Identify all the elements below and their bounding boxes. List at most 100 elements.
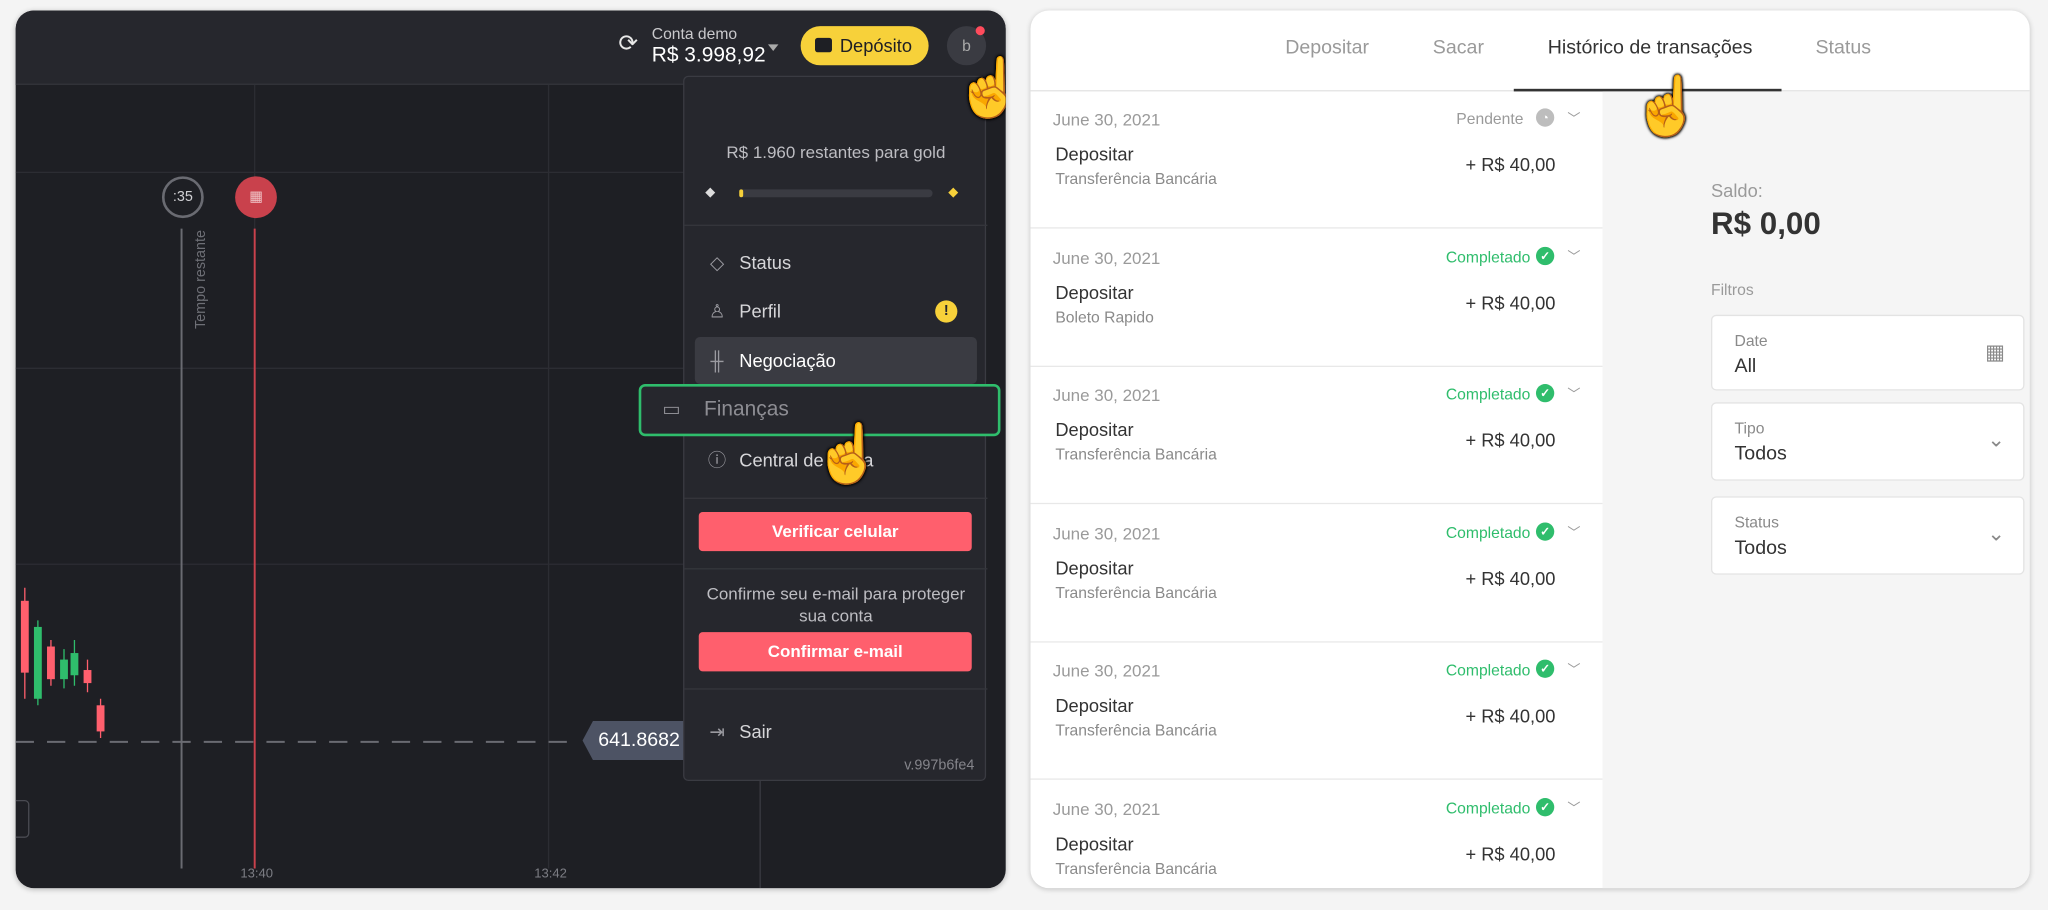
menu-item-label: Sair — [739, 720, 772, 742]
finance-panel: Depositar Sacar Histórico de transações … — [1030, 10, 2030, 889]
gold-diamond-icon: ◆ — [948, 185, 959, 200]
transaction-type: Depositar — [1055, 557, 1134, 578]
menu-item-trading[interactable]: ╫ Negociação — [694, 336, 977, 384]
date-filter[interactable]: Date All ▦ — [1710, 314, 2025, 391]
transaction-amount: + R$ 40,00 — [1465, 705, 1556, 727]
transaction-row[interactable]: June 30, 2021 Completado ✓ ﹀ Depositar Boleto… — [1030, 229, 1603, 367]
transaction-type: Depositar — [1055, 143, 1134, 165]
check-circle-icon: ✓ — [1535, 797, 1555, 816]
menu-item-label: Perfil — [739, 300, 781, 322]
filter-value: All — [1734, 355, 1757, 378]
type-filter[interactable]: Tipo Todos ⌄ — [1710, 402, 2025, 481]
chevron-down-icon[interactable] — [767, 44, 779, 51]
transaction-list: June 30, 2021 Pendente ◔ ﹀ Depositar Transfer… — [1030, 91, 1603, 888]
chevron-down-icon[interactable]: ﹀ — [1567, 383, 1580, 402]
current-price-tag: 641.8682 — [582, 720, 688, 761]
transaction-date: June 30, 2021 — [1052, 660, 1161, 681]
transaction-amount: + R$ 40,00 — [1465, 429, 1556, 451]
hand-cursor-icon: ☝ — [953, 59, 1005, 117]
tab-deposit[interactable]: Depositar — [1285, 37, 1369, 59]
app-version: v.997b6fe4 — [904, 757, 975, 774]
check-circle-icon: ✓ — [1535, 246, 1555, 265]
menu-item-logout[interactable]: ⇥ Sair — [695, 708, 977, 755]
transaction-amount: + R$ 40,00 — [1465, 567, 1556, 589]
transaction-type: Depositar — [1055, 694, 1134, 716]
transaction-row[interactable]: June 30, 2021 Completado ✓ ﹀ Depositar Transf… — [1030, 643, 1603, 780]
time-remaining-label: Tempo restante — [193, 229, 209, 330]
chevron-down-icon[interactable]: ﹀ — [1567, 520, 1580, 540]
divider — [684, 568, 988, 570]
transaction-type: Depositar — [1055, 419, 1134, 441]
transaction-status: Completado — [1445, 523, 1531, 542]
candle — [60, 659, 68, 680]
transaction-date: June 30, 2021 — [1052, 523, 1161, 543]
gold-progress-bar — [739, 189, 933, 198]
candle — [20, 600, 29, 673]
transaction-amount: + R$ 40,00 — [1465, 154, 1556, 176]
status-filter[interactable]: Status Todos ⌄ — [1710, 496, 2025, 575]
divider — [684, 688, 988, 690]
filter-label: Status — [1734, 513, 1779, 532]
menu-item-status[interactable]: ◇ Status — [695, 239, 977, 286]
transaction-method: Transferência Bancária — [1055, 720, 1217, 740]
gold-progress-text: R$ 1.960 restantes para gold — [726, 142, 946, 162]
account-selector[interactable]: Conta demo R$ 3.998,92 — [652, 25, 766, 68]
balance-label: Saldo: — [1710, 180, 1763, 202]
balance-sidebar: Saldo: R$ 0,00 Filtros Date All ▦ Tipo T… — [1602, 91, 2030, 889]
transaction-status: Completado — [1445, 660, 1531, 680]
transaction-row[interactable]: June 30, 2021 Completado ✓ ﹀ Depositar Transf… — [1030, 505, 1603, 642]
candle — [83, 670, 92, 684]
candle — [47, 646, 55, 680]
time-tick: 13:40 — [240, 867, 274, 882]
silver-diamond-icon: ◆ — [705, 185, 716, 200]
transaction-method: Boleto Rapido — [1055, 307, 1154, 326]
candle — [70, 653, 79, 676]
menu-item-profile[interactable]: ♙ Perfil ! — [695, 287, 977, 334]
transaction-row[interactable]: June 30, 2021 Completado ✓ ﹀ Depositar Transf… — [1030, 367, 1603, 505]
wallet-icon — [815, 37, 832, 53]
divider — [684, 224, 988, 226]
chevron-down-icon: ⌄ — [1987, 429, 2005, 452]
verify-phone-button[interactable]: Verificar celular — [698, 511, 972, 552]
refresh-icon[interactable]: ⟳ — [614, 29, 643, 58]
transaction-method: Transferência Bancária — [1055, 583, 1217, 602]
chevron-down-icon[interactable]: ﹀ — [1567, 796, 1580, 815]
transaction-row[interactable]: June 30, 2021 Pendente ◔ ﹀ Depositar Transfer… — [1030, 91, 1603, 229]
account-type-label: Conta demo — [651, 24, 738, 44]
transaction-status: Completado — [1445, 385, 1531, 404]
finish-flag-icon: ▦ — [235, 176, 277, 219]
finance-tabs: Depositar Sacar Histórico de transações … — [1030, 10, 2030, 92]
balance-value: R$ 0,00 — [1710, 206, 1821, 242]
diamond-icon: ◇ — [710, 252, 725, 273]
info-icon: ⓘ — [707, 449, 727, 471]
transaction-status: Completado — [1445, 798, 1531, 817]
candle — [33, 626, 42, 699]
check-circle-icon: ✓ — [1535, 659, 1555, 678]
transaction-row[interactable]: June 30, 2021 Completado ✓ ﹀ Depositar Transf… — [1031, 780, 1603, 888]
filter-value: Todos — [1734, 536, 1787, 560]
notification-dot — [975, 26, 985, 36]
check-circle-icon: ✓ — [1535, 521, 1555, 541]
transaction-amount: + R$ 40,00 — [1465, 843, 1556, 864]
clock-icon: ◔ — [1535, 108, 1555, 127]
tab-withdraw[interactable]: Sacar — [1433, 37, 1484, 59]
transaction-date: June 30, 2021 — [1052, 109, 1161, 130]
menu-item-label: Negociação — [739, 350, 836, 371]
chevron-down-icon[interactable]: ﹀ — [1567, 658, 1580, 677]
chevron-down-icon: ⌄ — [1987, 523, 2005, 546]
transaction-method: Transferência Bancária — [1055, 445, 1217, 464]
chevron-down-icon[interactable]: ﹀ — [1567, 107, 1580, 126]
email-confirm-note: Confirme seu e-mail para proteger sua co… — [706, 583, 966, 626]
tab-status[interactable]: Status — [1815, 37, 1871, 59]
confirm-email-button[interactable]: Confirmar e-mail — [698, 632, 972, 672]
logout-icon: ⇥ — [709, 720, 725, 742]
transaction-type: Depositar — [1055, 281, 1134, 303]
filter-value: Todos — [1734, 442, 1787, 465]
deposit-button[interactable]: Depósito — [800, 26, 929, 66]
user-icon: ♙ — [708, 300, 726, 322]
gold-progress-fill — [739, 189, 744, 198]
chevron-down-icon[interactable]: ﹀ — [1567, 245, 1580, 264]
tab-transaction-history[interactable]: Histórico de transações — [1548, 37, 1753, 59]
menu-item-label: Finanças — [703, 398, 789, 421]
candle — [96, 705, 105, 732]
